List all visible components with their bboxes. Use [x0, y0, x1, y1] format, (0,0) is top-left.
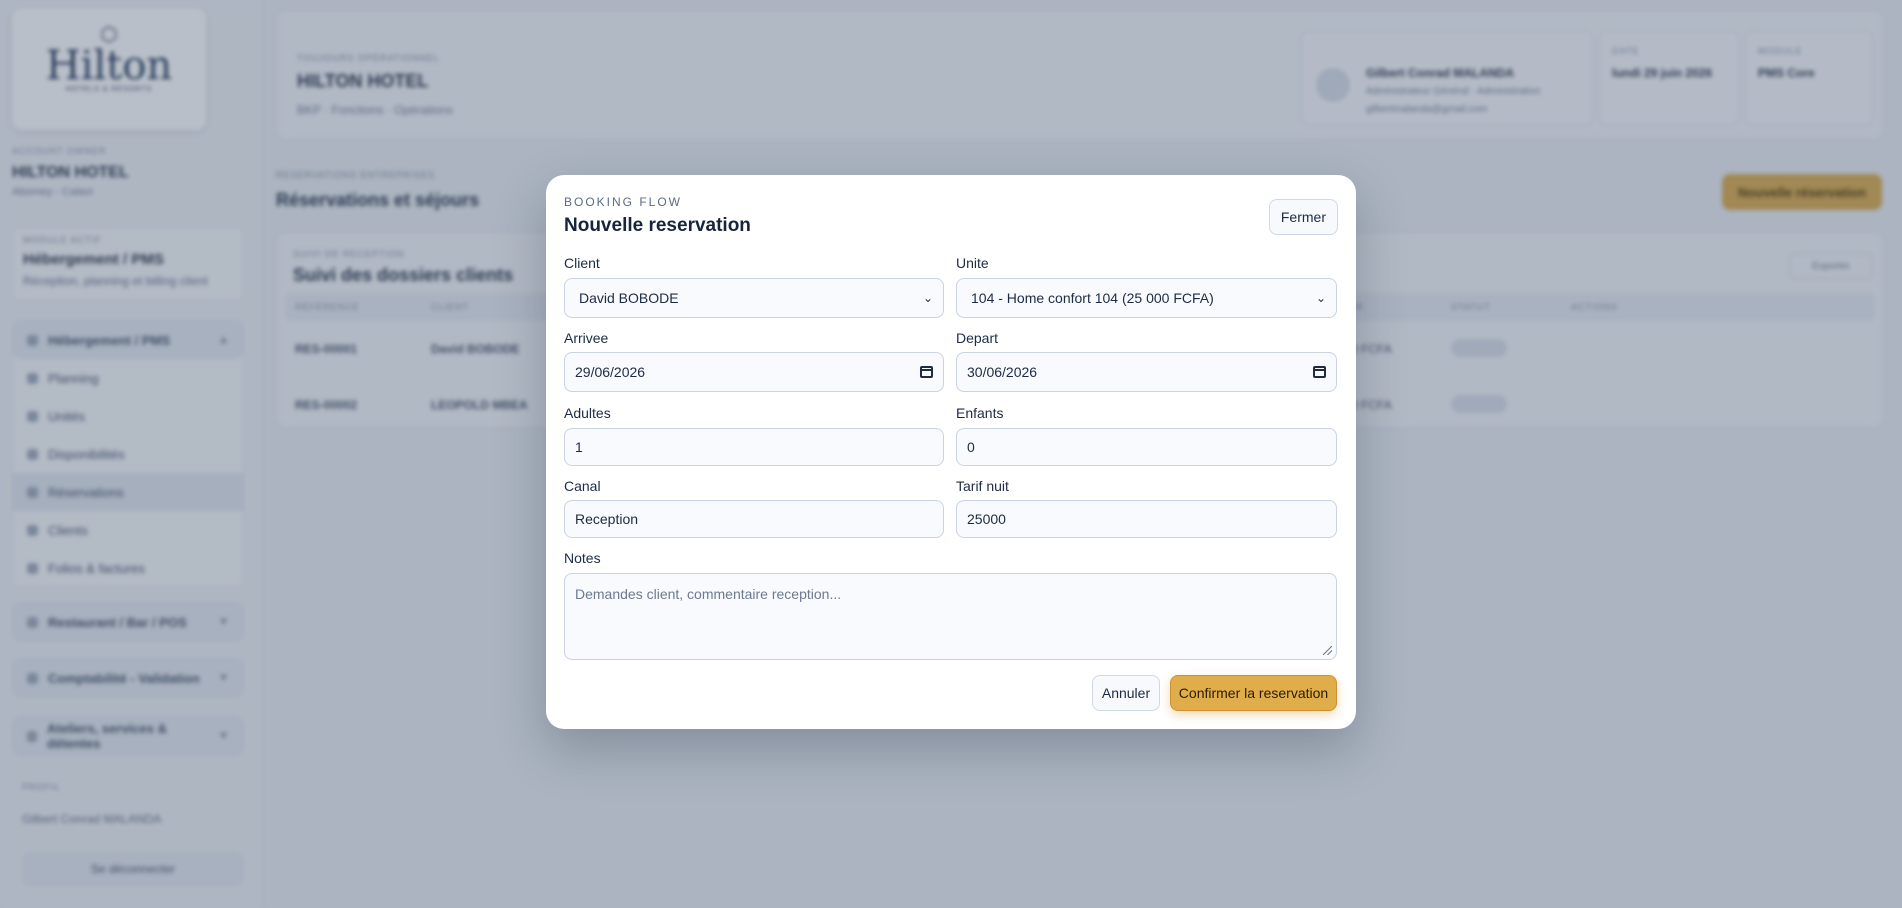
- enfants-label: Enfants: [956, 405, 1004, 421]
- depart-value: 30/06/2026: [967, 364, 1038, 380]
- tarif-value: 25000: [967, 511, 1006, 527]
- tarif-label: Tarif nuit: [956, 478, 1009, 494]
- canal-input[interactable]: Reception: [564, 500, 944, 538]
- enfants-input[interactable]: 0: [956, 428, 1337, 466]
- close-button[interactable]: Fermer: [1268, 199, 1338, 235]
- calendar-icon[interactable]: [1313, 366, 1326, 378]
- unite-label: Unite: [956, 255, 989, 271]
- enfants-value: 0: [967, 439, 975, 455]
- modal-title: Nouvelle reservation: [564, 215, 751, 236]
- adultes-label: Adultes: [564, 405, 611, 421]
- arrivee-label: Arrivee: [564, 330, 609, 346]
- new-reservation-modal: BOOKING FLOW Nouvelle reservation Fermer…: [546, 175, 1356, 729]
- chevron-down-icon: ⌄: [922, 291, 933, 305]
- notes-placeholder: Demandes client, commentaire reception..…: [575, 586, 842, 602]
- tarif-input[interactable]: 25000: [956, 500, 1337, 538]
- depart-date-input[interactable]: 30/06/2026: [956, 352, 1337, 392]
- resize-handle-icon[interactable]: [1323, 646, 1332, 655]
- unite-select-value: 104 - Home confort 104 (25 000 FCFA): [971, 290, 1214, 306]
- unite-select[interactable]: 104 - Home confort 104 (25 000 FCFA) ⌄: [956, 278, 1337, 318]
- notes-textarea[interactable]: Demandes client, commentaire reception..…: [564, 573, 1337, 660]
- client-select[interactable]: David BOBODE ⌄: [564, 278, 944, 318]
- adultes-value: 1: [575, 439, 583, 455]
- arrivee-date-input[interactable]: 29/06/2026: [564, 352, 944, 392]
- notes-label: Notes: [564, 550, 601, 566]
- cancel-button[interactable]: Annuler: [1092, 675, 1160, 711]
- confirm-reservation-button[interactable]: Confirmer la reservation: [1170, 675, 1337, 711]
- canal-value: Reception: [575, 511, 639, 527]
- adultes-input[interactable]: 1: [564, 428, 944, 466]
- depart-label: Depart: [956, 330, 999, 346]
- client-label: Client: [564, 255, 600, 271]
- chevron-down-icon: ⌄: [1315, 291, 1326, 305]
- arrivee-value: 29/06/2026: [575, 364, 646, 380]
- modal-eyebrow: BOOKING FLOW: [564, 195, 683, 209]
- client-select-value: David BOBODE: [579, 290, 679, 306]
- calendar-icon[interactable]: [920, 366, 933, 378]
- canal-label: Canal: [564, 478, 601, 494]
